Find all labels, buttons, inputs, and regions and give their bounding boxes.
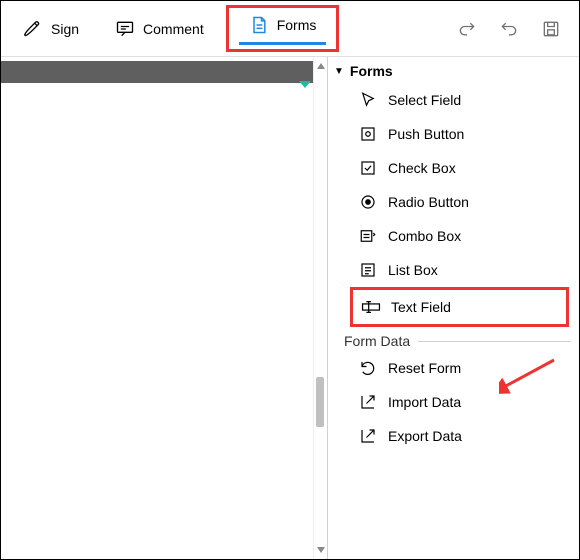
scroll-down-icon[interactable] xyxy=(316,545,326,555)
check-box-item[interactable]: Check Box xyxy=(328,151,579,185)
import-data-label: Import Data xyxy=(388,394,461,410)
comment-button[interactable]: Comment xyxy=(101,13,218,45)
teal-triangle-icon xyxy=(299,81,311,88)
select-field-item[interactable]: Select Field xyxy=(328,83,579,117)
push-button-item[interactable]: Push Button xyxy=(328,117,579,151)
checkbox-icon xyxy=(358,158,378,178)
check-box-label: Check Box xyxy=(388,160,456,176)
form-data-section-header: Form Data xyxy=(328,327,579,351)
radio-button-label: Radio Button xyxy=(388,194,469,210)
forms-header-label: Forms xyxy=(350,63,393,79)
combo-box-icon xyxy=(358,226,378,246)
redo-button[interactable] xyxy=(447,13,487,45)
reset-form-item[interactable]: Reset Form xyxy=(328,351,579,385)
text-field-label: Text Field xyxy=(391,299,451,315)
combo-box-label: Combo Box xyxy=(388,228,461,244)
push-button-label: Push Button xyxy=(388,126,464,142)
document-area xyxy=(1,57,313,559)
combo-box-item[interactable]: Combo Box xyxy=(328,219,579,253)
text-field-item[interactable]: Text Field xyxy=(359,290,566,324)
pen-icon xyxy=(23,19,43,39)
export-data-label: Export Data xyxy=(388,428,462,444)
list-box-label: List Box xyxy=(388,262,438,278)
content-area: ▼ Forms Select Field Push Button Check B… xyxy=(1,57,579,559)
scroll-up-icon[interactable] xyxy=(316,61,326,71)
forms-active-underline xyxy=(239,42,327,45)
forms-panel: ▼ Forms Select Field Push Button Check B… xyxy=(327,57,579,559)
text-field-icon xyxy=(361,297,381,317)
comment-label: Comment xyxy=(143,21,204,37)
forms-section-header[interactable]: ▼ Forms xyxy=(328,61,579,83)
form-document-icon xyxy=(249,15,269,35)
list-box-item[interactable]: List Box xyxy=(328,253,579,287)
sign-button[interactable]: Sign xyxy=(9,13,93,45)
comment-icon xyxy=(115,19,135,39)
sign-label: Sign xyxy=(51,21,79,37)
radio-icon xyxy=(358,192,378,212)
save-button[interactable] xyxy=(531,13,571,45)
undo-button[interactable] xyxy=(489,13,529,45)
caret-down-icon: ▼ xyxy=(334,66,344,77)
cursor-icon xyxy=(358,90,378,110)
text-field-highlight: Text Field xyxy=(350,287,569,327)
divider-line xyxy=(418,341,571,342)
vertical-scrollbar[interactable] xyxy=(313,57,327,559)
import-data-item[interactable]: Import Data xyxy=(328,385,579,419)
export-data-item[interactable]: Export Data xyxy=(328,419,579,453)
forms-label: Forms xyxy=(277,17,317,33)
list-box-icon xyxy=(358,260,378,280)
form-data-label: Form Data xyxy=(344,333,410,349)
scroll-thumb[interactable] xyxy=(316,377,324,427)
push-button-icon xyxy=(358,124,378,144)
import-icon xyxy=(358,392,378,412)
forms-button[interactable]: Forms xyxy=(241,11,325,39)
reset-icon xyxy=(358,358,378,378)
reset-form-label: Reset Form xyxy=(388,360,461,376)
forms-tab-highlight: Forms xyxy=(226,5,340,52)
export-icon xyxy=(358,426,378,446)
main-toolbar: Sign Comment Forms xyxy=(1,1,579,57)
select-field-label: Select Field xyxy=(388,92,461,108)
radio-button-item[interactable]: Radio Button xyxy=(328,185,579,219)
dark-strip xyxy=(1,61,313,83)
